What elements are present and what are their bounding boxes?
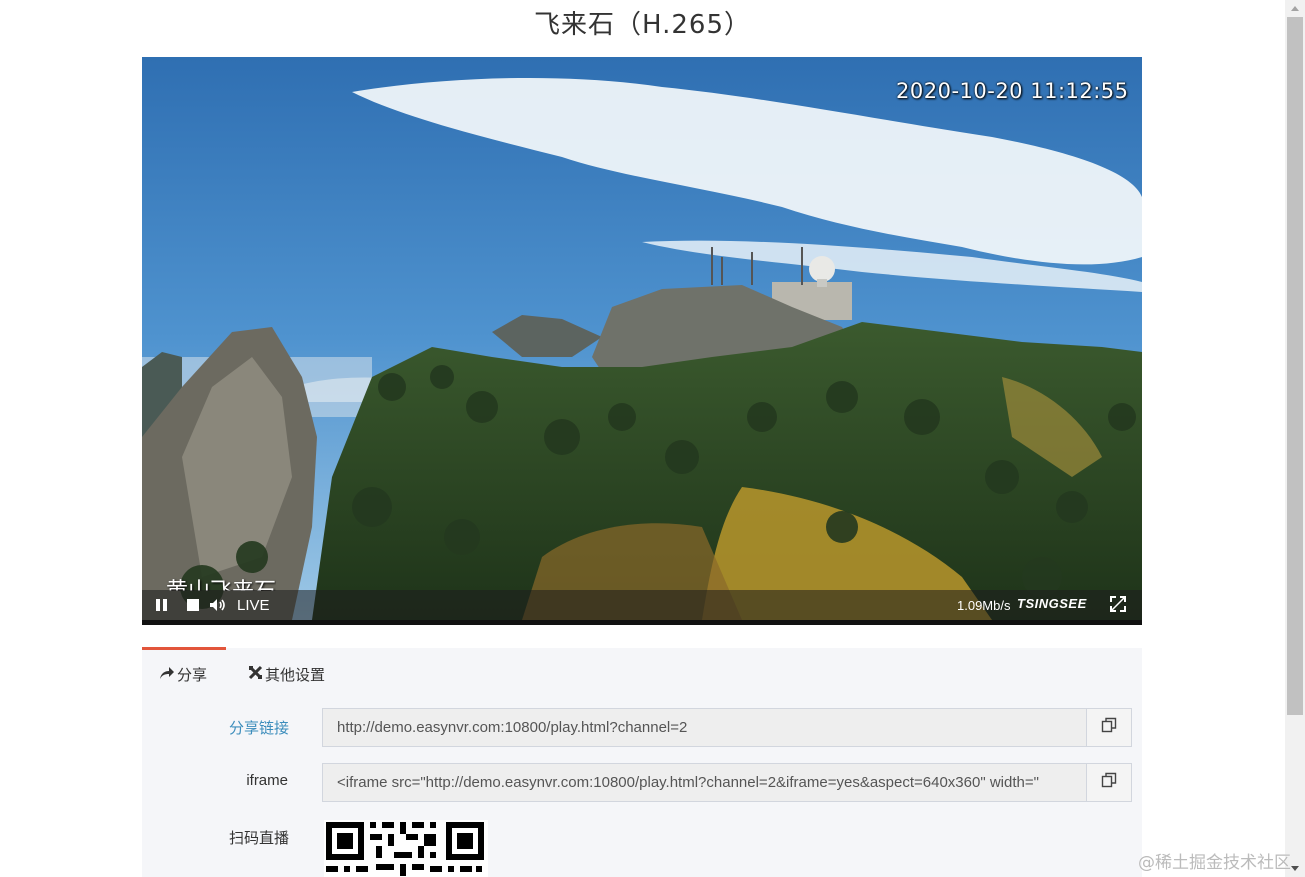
live-label: LIVE bbox=[237, 596, 270, 614]
active-tab-indicator bbox=[142, 647, 226, 650]
player-bottom-edge bbox=[142, 620, 1142, 625]
video-player[interactable]: 2020-10-20 11:12:55 黄山飞来石 LIVE 1.09Mb/s … bbox=[142, 57, 1142, 625]
copy-icon bbox=[1101, 772, 1117, 793]
brand-logo: TSINGSEE bbox=[1017, 596, 1087, 611]
osd-channel-name: 黄山飞来石 bbox=[166, 573, 276, 591]
osd-timestamp: 2020-10-20 11:12:55 bbox=[896, 79, 1129, 103]
copy-icon bbox=[1101, 717, 1117, 738]
scroll-up-arrow-icon[interactable] bbox=[1285, 0, 1305, 17]
bitrate-text: 1.09Mb/s bbox=[957, 598, 1011, 613]
player-control-bar: LIVE 1.09Mb/s TSINGSEE bbox=[142, 590, 1142, 620]
settings-icon bbox=[248, 665, 263, 684]
volume-icon[interactable] bbox=[209, 598, 227, 612]
share-icon bbox=[159, 666, 175, 684]
share-link-label: 分享链接 bbox=[228, 720, 289, 737]
pause-icon[interactable] bbox=[155, 598, 169, 612]
copy-iframe-button[interactable] bbox=[1086, 764, 1131, 801]
video-frame bbox=[142, 57, 1142, 620]
iframe-label: iframe bbox=[246, 772, 288, 789]
share-link-input[interactable]: http://demo.easynvr.com:10800/play.html?… bbox=[323, 709, 1086, 746]
copy-link-button[interactable] bbox=[1086, 709, 1131, 746]
iframe-input[interactable]: <iframe src="http://demo.easynvr.com:108… bbox=[323, 764, 1086, 801]
qr-code bbox=[324, 820, 488, 877]
fullscreen-icon[interactable] bbox=[1110, 596, 1126, 612]
tab-other-settings[interactable]: 其他设置 bbox=[248, 664, 325, 685]
tab-share-label: 分享 bbox=[177, 667, 208, 684]
stop-icon[interactable] bbox=[186, 598, 200, 612]
watermark: @稀土掘金技术社区 bbox=[1138, 853, 1291, 873]
tab-share[interactable]: 分享 bbox=[159, 664, 207, 685]
iframe-field[interactable]: <iframe src="http://demo.easynvr.com:108… bbox=[322, 763, 1132, 802]
scrollbar-thumb[interactable] bbox=[1287, 17, 1303, 715]
share-link-field[interactable]: http://demo.easynvr.com:10800/play.html?… bbox=[322, 708, 1132, 747]
tab-other-settings-label: 其他设置 bbox=[265, 667, 326, 684]
page-title: 飞来石（H.265） bbox=[534, 10, 751, 40]
qr-label: 扫码直播 bbox=[228, 830, 289, 847]
